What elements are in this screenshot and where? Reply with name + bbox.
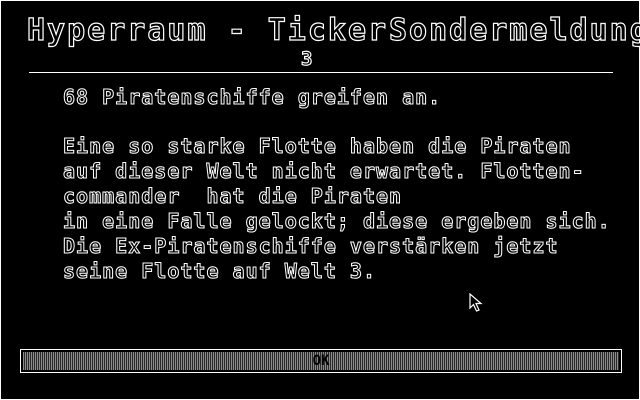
ticker-window: Hyperraum - Ticker Sondermeldung 3 68 Pi… xyxy=(0,0,640,400)
ticker-number: 3 xyxy=(300,48,315,70)
message-line: in eine Falle gelockt; diese ergeben sic… xyxy=(63,209,611,234)
message-line: auf dieser Welt nicht erwartet. Flotten- xyxy=(63,159,585,184)
ok-button-label: OK xyxy=(312,353,330,369)
message-line: Die Ex-Piratenschiffe verstärken jetzt xyxy=(63,234,559,259)
ok-button[interactable]: OK xyxy=(20,349,622,373)
message-line: commander hat die Piraten xyxy=(62,184,403,209)
message-headline: 68 Piratenschiffe greifen an. xyxy=(62,85,442,110)
message-line: seine Flotte auf Welt 3. xyxy=(63,259,376,284)
ticker-category: Sondermeldung xyxy=(388,12,640,48)
ticker-title: Hyperraum - Ticker xyxy=(26,12,389,48)
mouse-pointer-icon xyxy=(469,293,483,312)
message-line: Eine so starke Flotte haben die Piraten xyxy=(63,134,572,159)
header-divider xyxy=(29,72,613,73)
